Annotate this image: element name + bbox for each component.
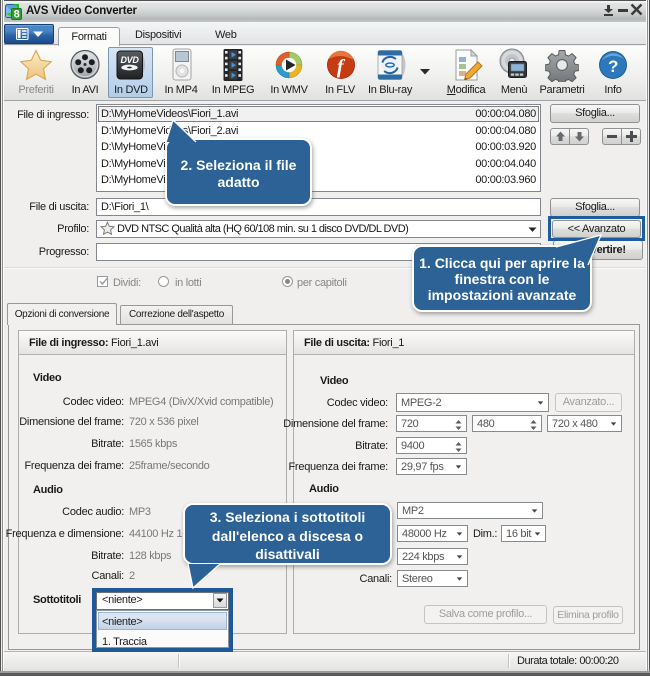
svg-text:DVD: DVD <box>120 55 139 65</box>
svg-text:?: ? <box>608 57 618 76</box>
svg-text:8: 8 <box>14 9 20 21</box>
